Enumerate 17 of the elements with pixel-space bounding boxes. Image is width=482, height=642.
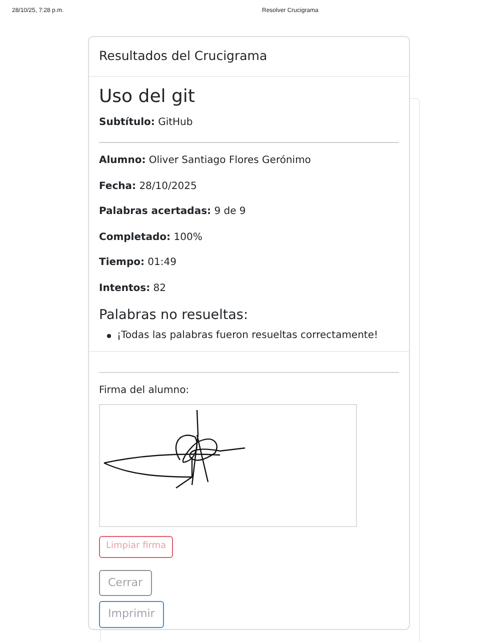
clear-signature-button[interactable]: Limpiar firma bbox=[99, 536, 174, 558]
result-field: Tiempo: 01:49 bbox=[99, 257, 399, 270]
result-field: Fecha: 28/10/2025 bbox=[99, 180, 399, 193]
print-button[interactable]: Imprimir bbox=[99, 601, 164, 628]
result-field: Completado: 100% bbox=[99, 232, 399, 244]
bullet-icon bbox=[107, 334, 111, 338]
unsolved-heading: Palabras no resueltas: bbox=[99, 306, 250, 325]
card-header: Resultados del Crucigrama bbox=[99, 47, 268, 66]
signature-label: Firma del alumno: bbox=[99, 384, 190, 398]
crossword-title: Uso del git bbox=[99, 85, 196, 109]
result-field: Palabras acertadas: 9 de 9 bbox=[99, 206, 399, 218]
signature-pad[interactable] bbox=[99, 404, 357, 528]
subtitle-text: Subtítulo: GitHub bbox=[99, 116, 194, 130]
result-field: Alumno: Oliver Santiago Flores Gerónimo bbox=[99, 155, 399, 168]
unsolved-item: ¡Todas las palabras fueron resueltas correctamente! bbox=[117, 329, 378, 344]
result-field: Intentos: 82 bbox=[99, 282, 399, 295]
close-button[interactable]: Cerrar bbox=[99, 570, 152, 596]
